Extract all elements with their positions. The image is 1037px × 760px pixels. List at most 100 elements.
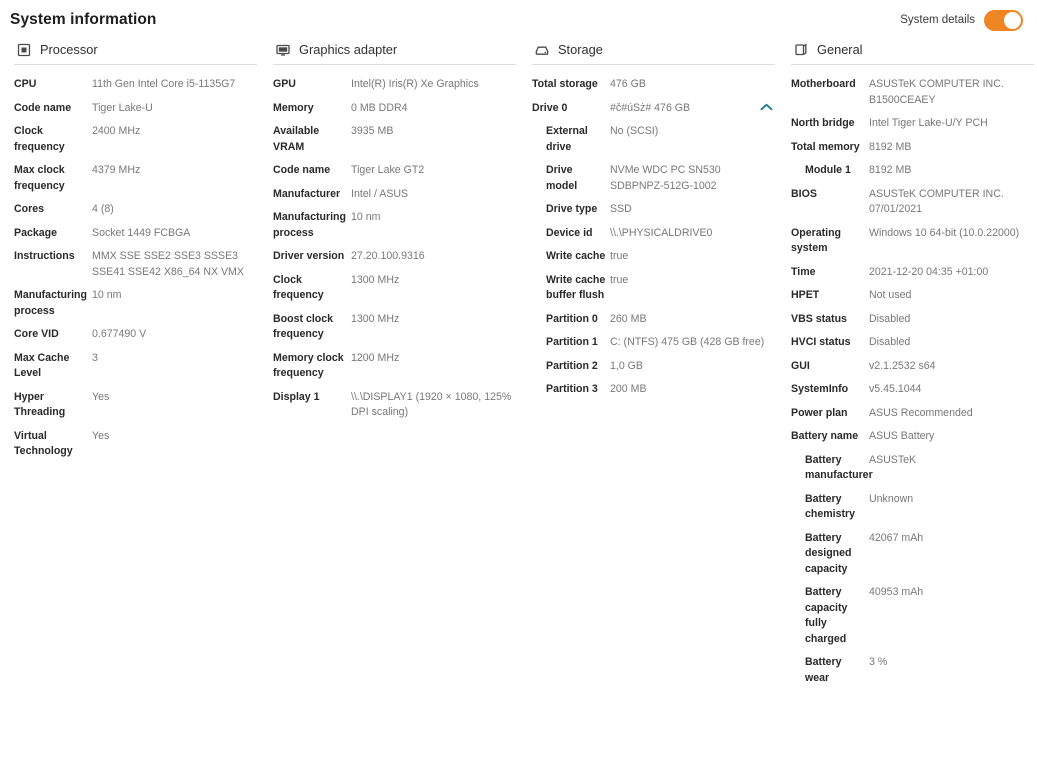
section-header-storage: Storage: [532, 40, 775, 65]
info-row-label: Motherboard: [791, 78, 856, 90]
info-row-value: Disabled: [869, 336, 911, 348]
info-row-value: \\.\PHYSICALDRIVE0: [610, 226, 713, 239]
section-header-general: General: [791, 40, 1034, 65]
info-row-value: Socket 1449 FCBGA: [92, 226, 191, 239]
info-row-label: Partition 2: [546, 359, 598, 372]
chevron-up-icon[interactable]: [759, 102, 773, 112]
info-row-label: Available VRAM: [273, 125, 320, 153]
info-row-label: HVCI status: [791, 336, 851, 348]
info-row-value: Disabled: [869, 312, 911, 325]
info-row: Module 1 8192 MB: [791, 159, 1034, 183]
info-row: Power plan ASUS Recommended: [791, 402, 1034, 426]
info-row-value: 10 nm: [351, 211, 381, 223]
info-row-label: GUI: [791, 359, 810, 372]
info-row: BIOS ASUSTeK COMPUTER INC. 07/01/2021: [791, 183, 1034, 222]
info-row-label: Module 1: [805, 164, 851, 176]
hard-drive-icon: [534, 42, 549, 57]
info-row-label: Cores: [14, 203, 45, 215]
info-row-value: 2021-12-20 04:35 +01:00: [869, 265, 989, 278]
info-row: Code name Tiger Lake GT2: [273, 159, 516, 183]
info-row: Code name Tiger Lake-U: [14, 97, 257, 121]
info-row-label: Driver version: [273, 250, 345, 262]
info-row: Time 2021-12-20 04:35 +01:00: [791, 261, 1034, 285]
info-row-value: Tiger Lake-U: [92, 101, 153, 114]
info-row-label: Boost clock frequency: [273, 312, 334, 341]
info-row-label: Display 1: [273, 390, 320, 403]
info-row-value: 3 %: [869, 656, 888, 668]
info-row-value: v2.1.2532 s64: [869, 359, 936, 372]
info-row-value: 1300 MHz: [351, 273, 400, 286]
info-row: HPET Not used: [791, 284, 1034, 308]
info-row: Battery capacity fully charged 40953 mAh: [791, 581, 1034, 651]
info-row: Operating system Windows 10 64-bit (10.0.…: [791, 222, 1034, 261]
info-row-label: Partition 1: [546, 336, 598, 348]
info-row: North bridge Intel Tiger Lake-U/Y PCH: [791, 112, 1034, 136]
column-processor: Processor CPU 11th Gen Intel Core i5-1135G…: [6, 40, 265, 464]
info-row-value: 1,0 GB: [610, 359, 643, 372]
info-row: Motherboard ASUSTeK COMPUTER INC. B1500CE…: [791, 73, 1034, 112]
toggle-knob: [1004, 11, 1021, 29]
info-row-label: Battery designed capacity: [805, 531, 852, 575]
info-row-label: BIOS: [791, 187, 817, 200]
info-row-value: Yes: [92, 429, 110, 442]
monitor-icon: [275, 42, 290, 57]
system-details-toggle-group[interactable]: System details: [900, 9, 1023, 31]
info-row-label: Manufacturer: [273, 187, 341, 200]
info-row-value: 1300 MHz: [351, 312, 400, 325]
info-row: Instructions MMX SSE SSE2 SSE3 SSSE3 SSE4…: [14, 245, 257, 284]
cpu-chip-icon: [16, 42, 31, 57]
info-row-label: Max Cache Level: [14, 351, 70, 380]
info-row-label: CPU: [14, 78, 37, 90]
info-row-label: Clock frequency: [273, 273, 324, 302]
info-row-label: Time: [791, 265, 816, 278]
info-row: Max Cache Level 3: [14, 347, 257, 386]
info-row: Battery name ASUS Battery: [791, 425, 1034, 449]
info-row: SystemInfo v5.45.1044: [791, 378, 1034, 402]
info-row-value: SSD: [610, 203, 632, 215]
info-row-label: Battery capacity fully charged: [805, 586, 848, 645]
info-row-value: Windows 10 64-bit (10.0.22000): [869, 226, 1020, 239]
info-row-value: 3935 MB: [351, 125, 394, 137]
info-row-value: Unknown: [869, 492, 914, 505]
info-row-label: Device id: [546, 226, 593, 239]
info-row-value: 11th Gen Intel Core i5-1135G7: [92, 78, 236, 90]
info-row: Clock frequency 2400 MHz: [14, 120, 257, 159]
info-row: GPU Intel(R) Iris(R) Xe Graphics: [273, 73, 516, 97]
info-row-value: No (SCSI): [610, 125, 659, 137]
info-row-label: Code name: [14, 101, 72, 114]
info-row-value: #č#úSż# 476 GB: [610, 101, 691, 114]
info-row-label: Total memory: [791, 140, 860, 153]
info-row-label: SystemInfo: [791, 383, 849, 395]
info-row-value: \\.\DISPLAY1 (1920 × 1080, 125% DPI scal…: [351, 390, 512, 419]
column-storage: Storage Total storage 476 GB Drive 0 #č#úSż#…: [524, 40, 783, 402]
info-row: Memory clock frequency 1200 MHz: [273, 347, 516, 386]
section-title: Graphics adapter: [299, 42, 398, 57]
info-row-label: Drive type: [546, 203, 598, 215]
info-row-value: Intel Tiger Lake-U/Y PCH: [869, 117, 988, 129]
info-row-value: 42067 mAh: [869, 531, 924, 544]
system-details-toggle[interactable]: [984, 9, 1023, 31]
info-row: Drive model NVMe WDC PC SN530 SDBPNPZ-512…: [532, 159, 775, 198]
info-row: Total memory 8192 MB: [791, 136, 1034, 160]
info-row-value: Intel(R) Iris(R) Xe Graphics: [351, 78, 479, 90]
system-details-label: System details: [900, 14, 975, 26]
info-row-label: Battery name: [791, 430, 859, 442]
column-general: General Motherboard ASUSTeK COMPUTER INC. …: [783, 40, 1037, 690]
info-row: Battery wear 3 %: [791, 651, 1034, 690]
info-row: Battery chemistry Unknown: [791, 488, 1034, 527]
header-bar: System information System details: [0, 0, 1037, 40]
info-row-label: Package: [14, 226, 57, 239]
info-row: Battery manufacturer ASUSTeK: [791, 449, 1034, 488]
info-row-value: 40953 mAh: [869, 586, 924, 598]
page-title: System information: [10, 11, 157, 28]
info-row-label: Battery wear: [805, 656, 842, 684]
info-row-value: 8192 MB: [869, 164, 912, 176]
info-row-value: ASUSTeK COMPUTER INC. 07/01/2021: [869, 187, 1004, 216]
info-row-label: Total storage: [532, 78, 598, 90]
system-information-page: System information System details Proces…: [0, 0, 1037, 760]
info-row-label: Power plan: [791, 406, 848, 419]
info-row[interactable]: Drive 0 #č#úSż# 476 GB: [532, 97, 775, 121]
info-row-value: 2400 MHz: [92, 125, 141, 137]
info-row-label: Partition 0: [546, 312, 598, 325]
info-row-label: Code name: [273, 164, 331, 176]
